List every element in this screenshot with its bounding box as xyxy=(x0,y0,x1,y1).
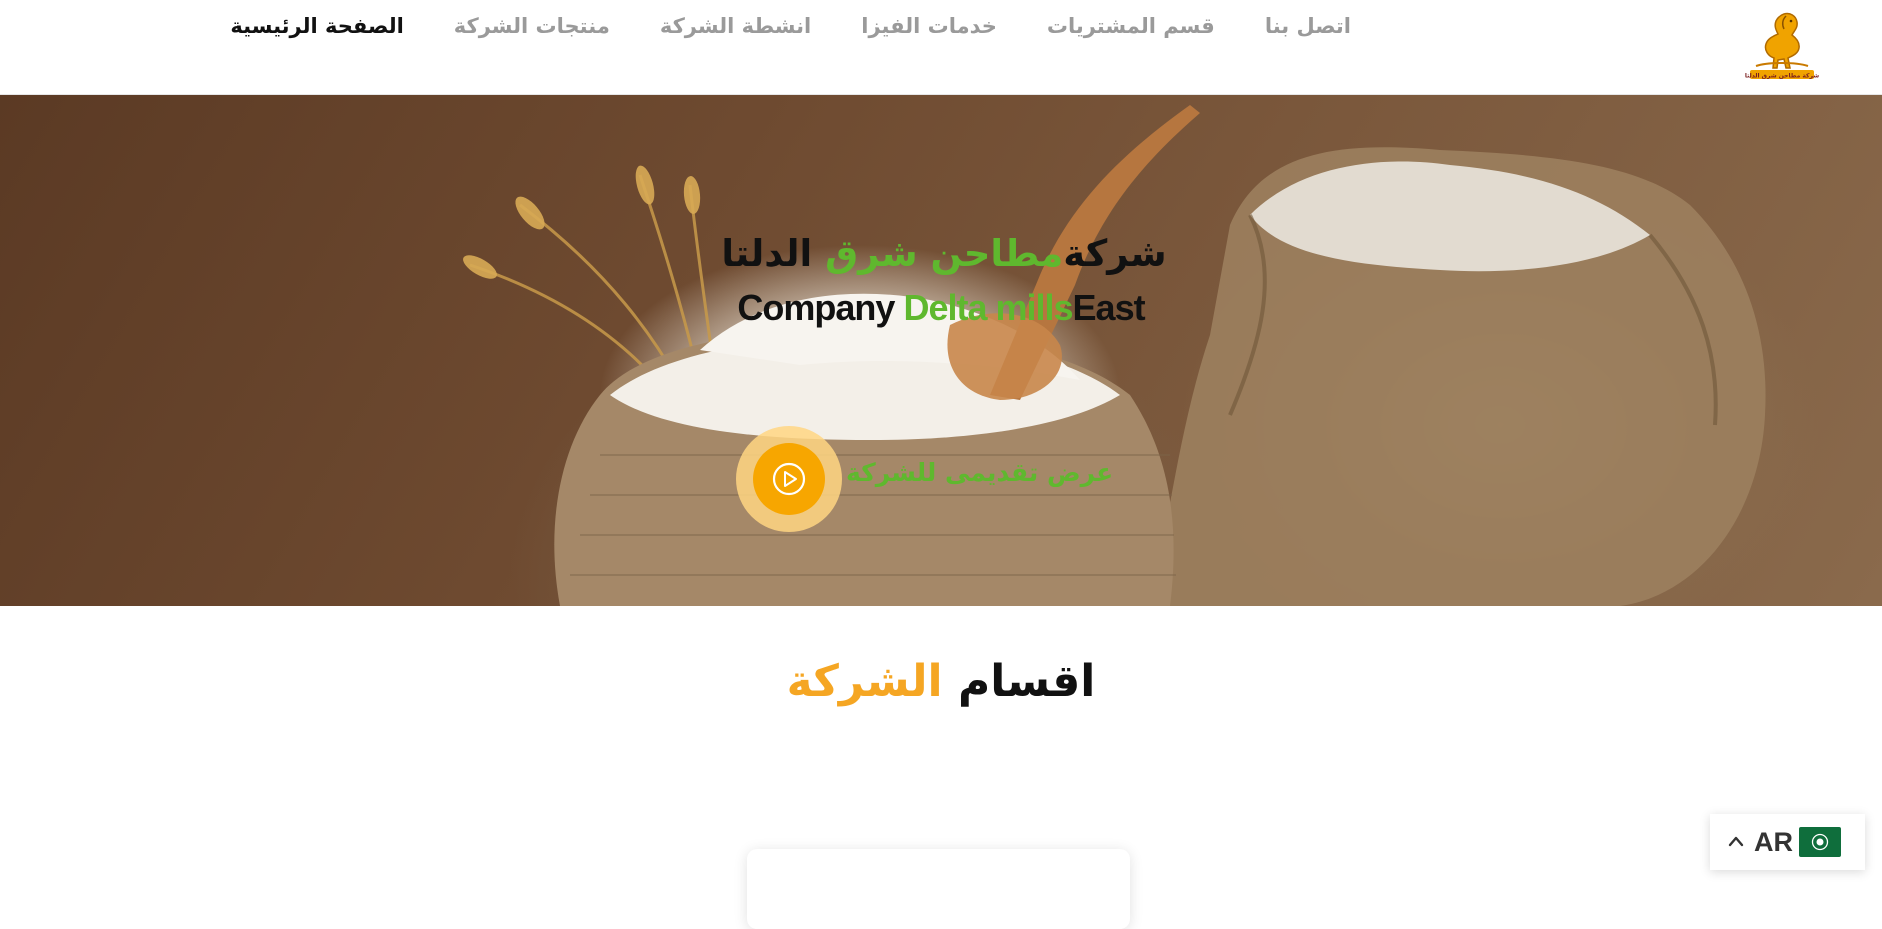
hero-title-en-part2: East xyxy=(1072,287,1146,328)
hero-title-en-part1: Company xyxy=(737,287,904,328)
arab-league-flag-icon xyxy=(1799,827,1841,857)
horse-logo-icon: شركة مطاحن شرق الدلتا xyxy=(1745,12,1819,80)
hero-banner: شركةمطاحن شرق الدلتا Company Delta mills… xyxy=(0,95,1882,606)
nav-item-purchasing[interactable]: قسم المشتريات xyxy=(1047,14,1215,38)
hero-title-ar-part2: الدلتا xyxy=(721,232,826,275)
language-code: AR xyxy=(1754,827,1793,857)
play-video-button[interactable] xyxy=(736,426,842,532)
main-nav-menu: الصفحة الرئيسية منتجات الشركة انشطة الشر… xyxy=(230,14,1351,38)
company-sections-title: اقسام الشركة xyxy=(0,656,1882,707)
hero-title-english: Company Delta millsEast xyxy=(0,287,1882,329)
navbar: الصفحة الرئيسية منتجات الشركة انشطة الشر… xyxy=(0,0,1882,95)
language-switcher[interactable]: AR xyxy=(1710,814,1865,870)
play-button-circle[interactable] xyxy=(753,443,825,515)
hero-title-en-accent: Delta mills xyxy=(903,287,1073,328)
company-presentation-link[interactable]: عرض تقديمى للشركة xyxy=(846,458,1113,487)
hero-title-arabic: شركةمطاحن شرق الدلتا xyxy=(0,232,1882,275)
company-logo[interactable]: شركة مطاحن شرق الدلتا xyxy=(1742,8,1822,84)
nav-item-products[interactable]: منتجات الشركة xyxy=(454,14,610,38)
hero-title-ar-part1: شركة xyxy=(1063,232,1167,275)
hero-title-ar-accent: مطاحن شرق xyxy=(825,232,1064,275)
play-icon xyxy=(772,462,806,496)
section-title-accent: الشركة xyxy=(786,656,943,707)
nav-item-contact[interactable]: اتصل بنا xyxy=(1265,14,1351,38)
nav-item-activities[interactable]: انشطة الشركة xyxy=(660,14,811,38)
section-card[interactable] xyxy=(747,849,1130,929)
chevron-up-icon xyxy=(1728,836,1744,847)
flour-sacks-image xyxy=(463,105,1766,606)
section-title-main: اقسام xyxy=(957,656,1096,707)
nav-item-home[interactable]: الصفحة الرئيسية xyxy=(230,14,403,38)
nav-item-visa-services[interactable]: خدمات الفيزا xyxy=(861,14,997,38)
svg-text:شركة مطاحن شرق الدلتا: شركة مطاحن شرق الدلتا xyxy=(1745,73,1819,80)
